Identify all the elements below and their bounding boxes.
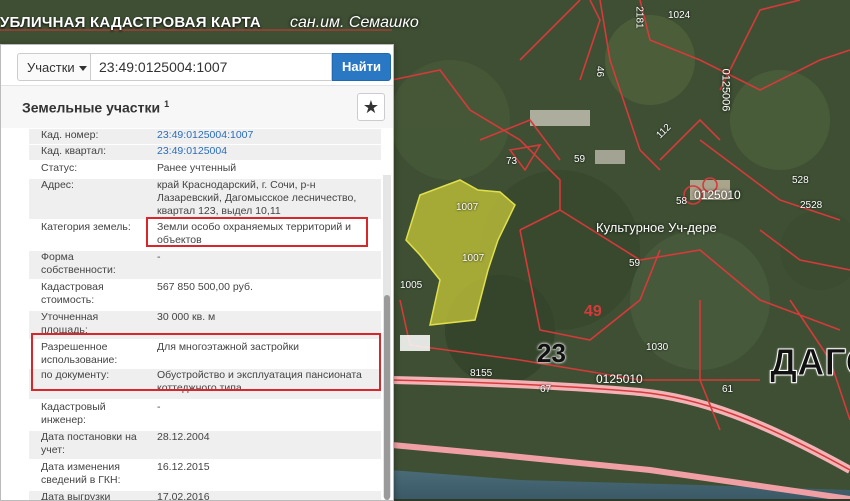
detail-row-cad-number: Кад. номер: 23:49:0125004:1007 xyxy=(29,129,381,144)
detail-label: Форма собственности: xyxy=(41,251,116,276)
detail-label: Категория земель: xyxy=(41,221,131,233)
map-label-sanatorium: сан.им. Семашко xyxy=(290,14,419,31)
app-title: УБЛИЧНАЯ КАДАСТРОВАЯ КАРТА xyxy=(0,14,261,31)
cad-quarter-link[interactable]: 23:49:0125004 xyxy=(157,145,375,158)
parcel-label-2528: 2528 xyxy=(800,200,823,211)
detail-row-registration-date: Дата постановки на учет: 28.12.2004 xyxy=(29,431,381,459)
map-label-zone-23: 23 xyxy=(537,338,566,368)
detail-value: - xyxy=(157,251,161,263)
detail-value: Ранее учтенный xyxy=(157,162,237,174)
parcel-label-61: 61 xyxy=(722,384,734,395)
parcel-label-1024: 1024 xyxy=(668,10,691,21)
detail-row-status: Статус: Ранее учтенный xyxy=(29,162,381,177)
detail-value: край Краснодарский, г. Сочи, р-н Лазарев… xyxy=(157,179,357,217)
cad-number-link[interactable]: 23:49:0125004:1007 xyxy=(157,129,375,142)
parcel-label-73: 73 xyxy=(506,156,518,167)
detail-row-change-date: Дата изменения сведений в ГКН: 16.12.201… xyxy=(29,461,381,489)
panel-title: Земельные участки 1 xyxy=(22,99,169,116)
result-count: 1 xyxy=(164,99,170,109)
map-label-kulturnoe: Культурное Уч-дере xyxy=(596,220,717,235)
parcel-label-top: 1007 xyxy=(456,202,479,213)
parcel-label-bottom: 1007 xyxy=(462,253,485,264)
parcel-label-8155: 8155 xyxy=(470,368,493,379)
detail-value: - xyxy=(157,401,161,413)
detail-value: 28.12.2004 xyxy=(157,431,210,443)
detail-row-cadastral-value: Кадастровая стоимость: 567 850 500,00 ру… xyxy=(29,281,381,309)
detail-label: Адрес: xyxy=(41,179,74,191)
chevron-down-icon xyxy=(78,66,87,72)
highlight-permitted-use xyxy=(31,333,381,391)
detail-label: Дата изменения сведений в ГКН: xyxy=(41,461,121,486)
map-label-dago: ДАГО xyxy=(769,342,850,385)
detail-label: Кадастровый инженер: xyxy=(41,401,106,426)
detail-row-cad-quarter: Кад. квартал: 23:49:0125004 xyxy=(29,145,381,160)
map-label-zone-49: 49 xyxy=(584,303,602,320)
detail-row-ownership: Форма собственности: - xyxy=(29,251,381,279)
favorite-button[interactable]: ★ xyxy=(357,93,385,121)
parcel-label-67: 67 xyxy=(540,384,552,395)
search-scope-dropdown[interactable]: Участки xyxy=(17,53,91,81)
map-label-quarter-2: 0125010 xyxy=(596,372,643,386)
detail-label: Кадастровая стоимость: xyxy=(41,281,104,306)
detail-value: 567 850 500,00 руб. xyxy=(157,281,253,293)
parcel-label-59a: 59 xyxy=(574,154,586,165)
detail-row-address: Адрес: край Краснодарский, г. Сочи, р-н … xyxy=(29,179,381,219)
parcel-label-1005: 1005 xyxy=(400,280,423,291)
parcel-label-46: 46 xyxy=(594,65,606,78)
info-panel: Участки Найти Земельные участки1 ★ Кад. … xyxy=(0,44,394,501)
highlight-land-category xyxy=(146,217,368,247)
detail-row-engineer: Кадастровый инженер: - xyxy=(29,401,381,429)
detail-value: 16.12.2015 xyxy=(157,461,210,473)
detail-label: Статус: xyxy=(41,162,78,174)
search-scope-label: Участки xyxy=(27,60,75,75)
search-input[interactable] xyxy=(91,53,332,81)
detail-label: Дата постановки на учет: xyxy=(41,431,137,456)
search-bar: Участки Найти xyxy=(17,53,391,81)
parcel-label-58: 58 xyxy=(676,196,688,207)
parcel-label-59b: 59 xyxy=(629,258,641,269)
star-icon: ★ xyxy=(362,97,380,117)
map-label-quarter-1: 0125010 xyxy=(694,188,741,202)
detail-label: Кад. квартал: xyxy=(41,145,106,157)
parcel-label-2181: 2181 xyxy=(633,6,645,29)
panel-header: Земельные участки 1 ★ xyxy=(1,85,393,128)
detail-label: Кад. номер: xyxy=(41,129,99,141)
scrollbar-thumb[interactable] xyxy=(384,295,390,500)
map-label-quarter-3: 0125006 xyxy=(719,68,732,112)
parcel-label-528: 528 xyxy=(792,175,809,186)
details-list[interactable]: Кад. номер: 23:49:0125004:1007 Кад. квар… xyxy=(29,129,381,500)
detail-value: 30 000 кв. м xyxy=(157,311,216,323)
parcel-label-1030: 1030 xyxy=(646,342,669,353)
panel-title-text: Земельные участки xyxy=(22,99,161,116)
find-button[interactable]: Найти xyxy=(332,53,391,81)
